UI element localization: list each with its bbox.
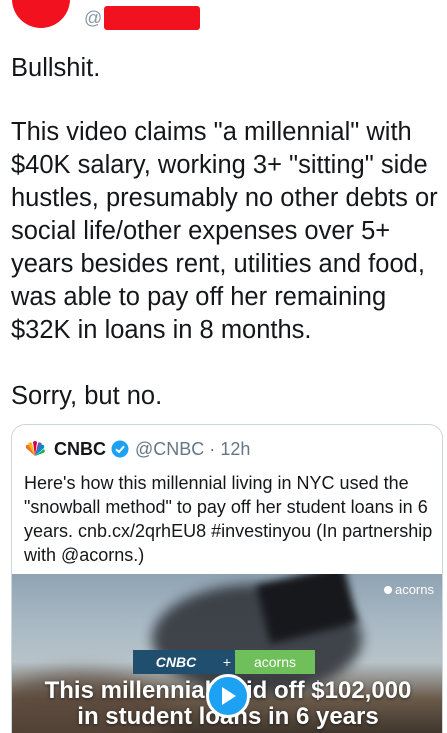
tweet-text-paragraph: Bullshit. — [11, 54, 101, 82]
meta-separator: · — [209, 438, 216, 459]
brand-bar: CNBC + acorns — [133, 650, 315, 674]
quoted-tweet-header: CNBC @CNBC · 12h — [24, 437, 250, 461]
user-handle[interactable]: @ — [84, 8, 102, 29]
quoted-tweet-card[interactable]: CNBC @CNBC · 12h Here's how this millenn… — [11, 424, 443, 733]
play-button[interactable] — [206, 674, 250, 718]
quoted-author-handle[interactable]: @CNBC — [135, 439, 204, 460]
play-icon — [222, 687, 236, 705]
acorn-icon — [383, 585, 392, 594]
verified-icon — [111, 440, 129, 458]
quoted-tweet-text: Here's how this millennial living in NYC… — [24, 473, 433, 565]
peacock-icon — [25, 441, 45, 456]
brand-plus: + — [219, 650, 235, 674]
avatar[interactable] — [12, 0, 70, 28]
quoted-author-name[interactable]: CNBC — [54, 439, 106, 460]
brand-cnbc: CNBC — [133, 650, 219, 674]
tweet-text-paragraph: Sorry, but no. — [11, 382, 163, 410]
redaction-mark — [104, 6, 200, 30]
brand-acorns: acorns — [235, 650, 315, 674]
tweet-header: @ — [0, 0, 447, 40]
acorns-watermark: acorns — [383, 582, 434, 597]
tweet-text-paragraph: This video claims "a millennial" with $4… — [11, 118, 438, 344]
video-thumbnail[interactable]: acorns CNBC + acorns This millennial pai… — [12, 574, 442, 733]
quoted-timestamp[interactable]: 12h — [220, 439, 250, 460]
